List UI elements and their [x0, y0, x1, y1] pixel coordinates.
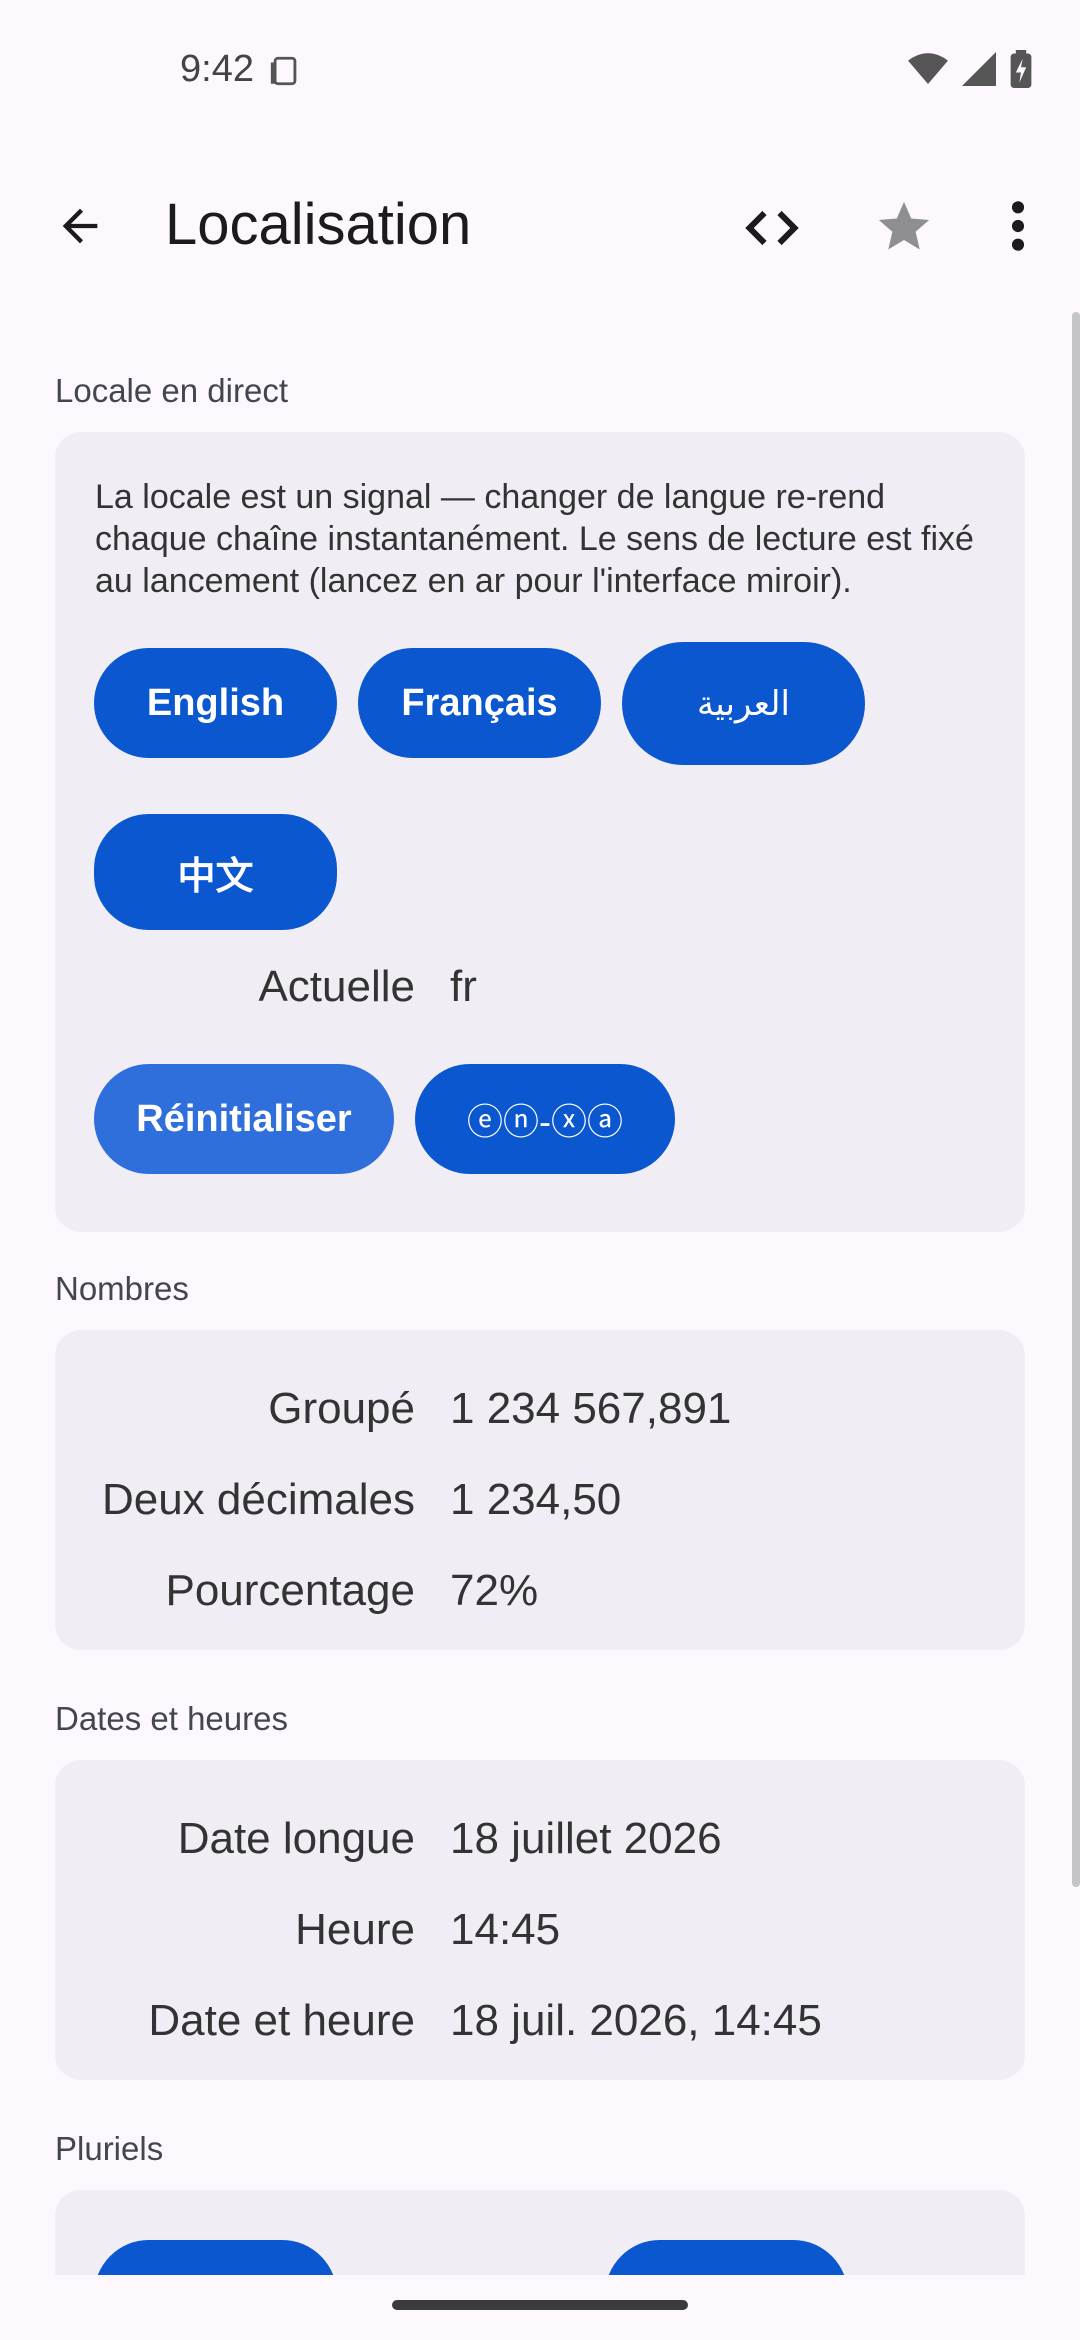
date-value: 14:45 [450, 1905, 561, 1954]
number-row: Groupé 1 234 567,891 [55, 1374, 1025, 1444]
more-options-button[interactable] [978, 184, 1058, 268]
language-button-french[interactable]: Français [358, 648, 601, 758]
locale-description: La locale est un signal — changer de lan… [95, 478, 974, 600]
section-label-plurals: Pluriels [55, 2130, 164, 2167]
star-icon [878, 201, 930, 250]
pseudo-locale-button[interactable]: ⓔⓝ-ⓧⓐ [415, 1064, 675, 1174]
section-label-dates: Dates et heures [55, 1700, 288, 1737]
number-row: Pourcentage 72% [55, 1556, 1025, 1626]
current-locale-value: fr [450, 962, 477, 1011]
signal-icon [962, 52, 996, 86]
back-button[interactable] [40, 186, 120, 266]
code-icon [745, 210, 799, 246]
section-label-numbers: Nombres [55, 1270, 189, 1307]
date-row: Date longue 18 juillet 2026 [55, 1804, 1025, 1874]
date-value: 18 juillet 2026 [450, 1814, 722, 1863]
plurals-card [55, 2190, 1025, 2275]
dates-card: Date longue 18 juillet 2026 Heure 14:45 … [55, 1760, 1025, 2080]
favorite-button[interactable] [862, 184, 946, 268]
number-row: Deux décimales 1 234,50 [55, 1465, 1025, 1535]
status-bar: 9:42 [0, 0, 1080, 140]
view-source-button[interactable] [730, 186, 814, 270]
date-row: Date et heure 18 juil. 2026, 14:45 [55, 1986, 1025, 2056]
number-label: Groupé [268, 1384, 415, 1433]
more-vert-icon [1011, 201, 1025, 251]
date-value: 18 juil. 2026, 14:45 [450, 1996, 822, 2045]
number-value: 1 234,50 [450, 1475, 622, 1524]
status-time: 9:42 [180, 48, 254, 90]
home-indicator[interactable] [392, 2300, 688, 2310]
section-label-live-locale: Locale en direct [55, 372, 288, 409]
plural-button[interactable] [605, 2240, 848, 2275]
number-value: 1 234 567,891 [450, 1384, 732, 1433]
number-value: 72% [450, 1566, 539, 1615]
date-label: Date longue [177, 1814, 415, 1863]
current-locale-label: Actuelle [258, 962, 415, 1011]
number-label: Deux décimales [101, 1475, 415, 1524]
sim-card-icon [270, 56, 297, 86]
top-app-bar: Localisation [0, 170, 1080, 280]
numbers-card: Groupé 1 234 567,891 Deux décimales 1 23… [55, 1330, 1025, 1650]
date-label: Date et heure [148, 1996, 415, 2045]
language-button-chinese[interactable]: 中文 [94, 814, 337, 930]
arrow-back-icon [62, 208, 98, 244]
date-row: Heure 14:45 [55, 1895, 1025, 1965]
battery-icon [1010, 50, 1032, 88]
current-locale-row: Actuelle fr [55, 952, 1025, 1022]
plural-button[interactable] [94, 2240, 337, 2275]
language-button-english[interactable]: English [94, 648, 337, 758]
wifi-icon [908, 53, 948, 84]
page-title: Localisation [165, 192, 472, 257]
live-locale-card: La locale est un signal — changer de lan… [55, 432, 1025, 1232]
number-label: Pourcentage [165, 1566, 415, 1615]
content-scroll[interactable]: Locale en direct La locale est un signal… [0, 310, 1080, 2275]
language-button-arabic[interactable]: العربية [622, 642, 865, 765]
reset-button[interactable]: Réinitialiser [94, 1064, 394, 1174]
date-label: Heure [295, 1905, 415, 1954]
